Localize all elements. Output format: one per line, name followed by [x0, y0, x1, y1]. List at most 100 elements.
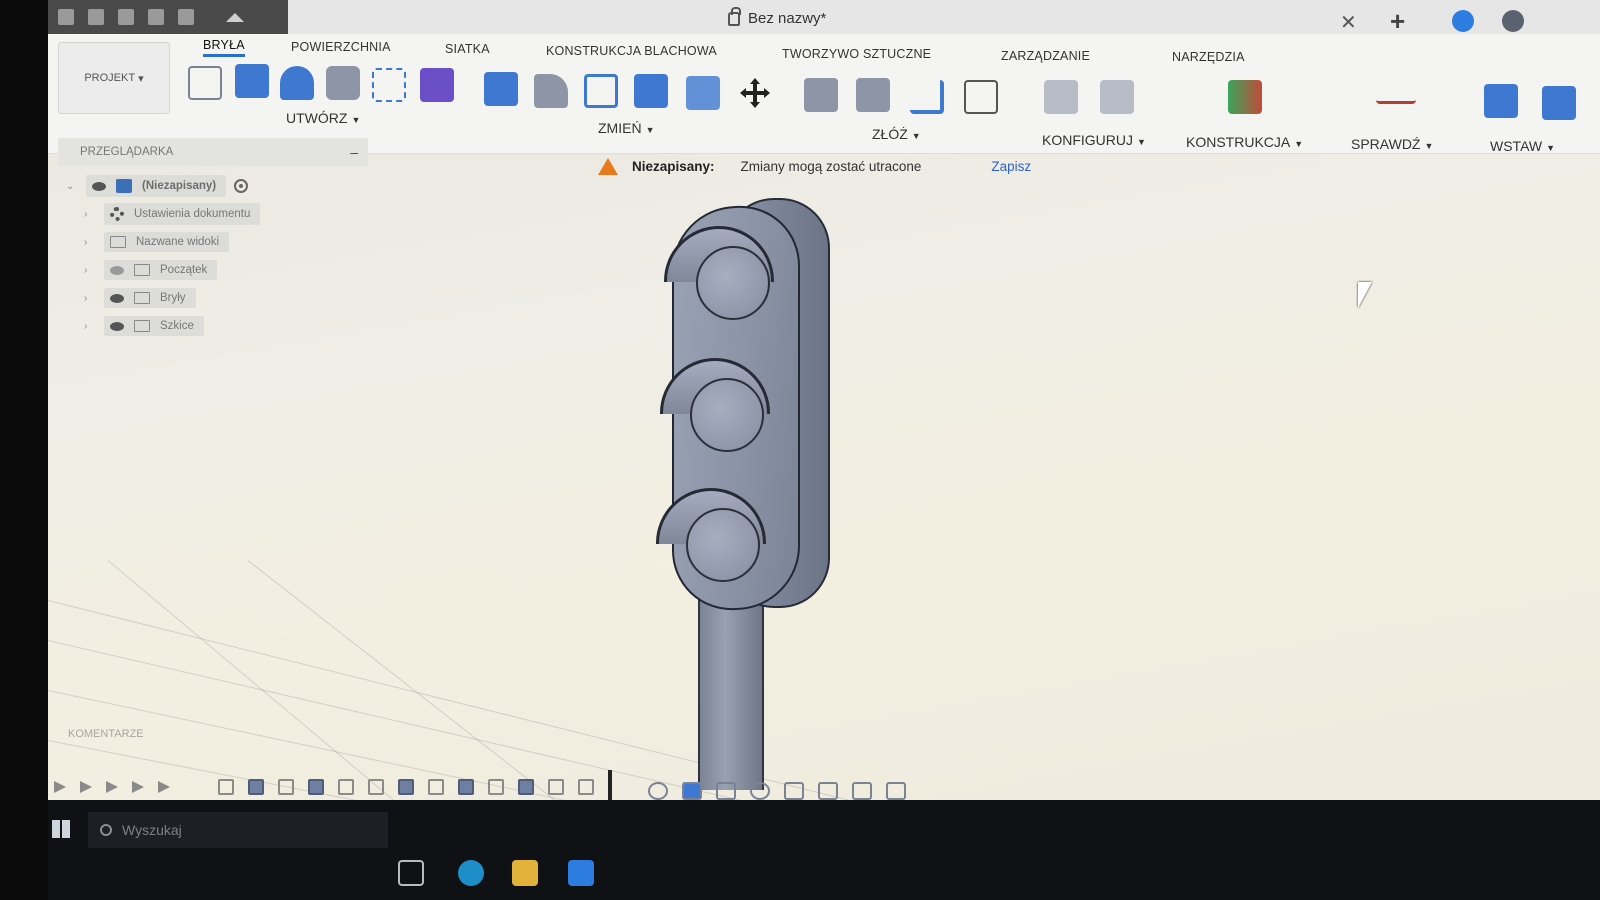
timeline-start-icon[interactable] — [54, 781, 66, 793]
activate-component-icon[interactable] — [234, 179, 249, 193]
joint-icon[interactable] — [804, 78, 838, 112]
look-at-icon[interactable] — [682, 782, 702, 800]
as-built-joint-icon[interactable] — [856, 78, 890, 112]
insert-derive-icon[interactable] — [1484, 84, 1518, 118]
tab-manage[interactable]: ZARZĄDZANIE — [1001, 49, 1090, 63]
combine-icon[interactable] — [634, 74, 668, 108]
grid-settings-icon[interactable] — [852, 782, 872, 800]
chevron-right-icon[interactable]: › — [84, 265, 96, 276]
edge-browser-icon[interactable] — [458, 860, 484, 886]
configure-group[interactable]: KONFIGURUJ ▼ — [1042, 132, 1146, 148]
comments-panel[interactable]: KOMENTARZE — [68, 728, 144, 740]
help-icon[interactable] — [1502, 10, 1524, 32]
revolve-icon[interactable] — [280, 66, 314, 100]
new-component-icon[interactable] — [420, 68, 454, 102]
timeline-forward-icon[interactable] — [132, 781, 144, 793]
timeline-step-extrude-icon[interactable] — [458, 779, 474, 795]
fillet-icon[interactable] — [534, 74, 568, 108]
save-icon[interactable] — [118, 9, 134, 25]
tree-item-named-views[interactable]: › Nazwane widoki — [84, 230, 230, 254]
move-icon[interactable] — [738, 76, 772, 110]
chevron-right-icon[interactable]: › — [84, 237, 96, 248]
tree-item-sketches[interactable]: › Szkice — [84, 314, 204, 338]
project-button[interactable]: PROJEKT ▾ — [58, 42, 170, 114]
timeline-step-sketch-icon[interactable] — [368, 779, 384, 795]
measure-icon[interactable] — [1376, 90, 1416, 104]
taskbar-search-input[interactable]: Wyszukaj — [88, 812, 388, 848]
close-tab-icon[interactable]: ✕ — [1340, 10, 1357, 35]
create-group[interactable]: UTWÓRZ ▼ — [286, 110, 360, 126]
timeline-end-icon[interactable] — [158, 781, 170, 793]
tab-plastic[interactable]: TWORZYWO SZTUCZNE — [782, 47, 931, 61]
tab-solid[interactable]: BRYŁA — [203, 38, 245, 57]
timeline-step-fillet-icon[interactable] — [578, 779, 594, 795]
timeline-step-fillet-icon[interactable] — [338, 779, 354, 795]
grid-menu-icon[interactable] — [58, 9, 74, 25]
timeline-step-sketch-icon[interactable] — [428, 779, 444, 795]
task-view-icon[interactable] — [398, 860, 424, 886]
modify-group[interactable]: ZMIEŃ ▼ — [598, 120, 654, 136]
configure-table-icon[interactable] — [1100, 80, 1134, 114]
rigid-group-icon[interactable] — [910, 80, 944, 114]
visibility-eye-icon[interactable] — [110, 293, 124, 303]
file-menu-icon[interactable] — [88, 9, 104, 25]
tree-root[interactable]: ⌄ (Niezapisany) — [66, 174, 249, 198]
timeline-step-extrude-icon[interactable] — [308, 779, 324, 795]
timeline-back-icon[interactable] — [80, 781, 92, 793]
fit-icon[interactable] — [784, 782, 804, 800]
timeline-step-sketch-icon[interactable] — [488, 779, 504, 795]
parameters-table-icon[interactable] — [964, 80, 998, 114]
tree-item-document-settings[interactable]: › Ustawienia dokumentu — [84, 202, 261, 226]
windows-start-icon[interactable] — [52, 820, 70, 838]
save-link[interactable]: Zapisz — [991, 159, 1031, 174]
orbit-icon[interactable] — [648, 782, 668, 800]
timeline-step-extrude-icon[interactable] — [398, 779, 414, 795]
undo-icon[interactable] — [148, 9, 164, 25]
chevron-right-icon[interactable]: › — [84, 293, 96, 304]
timeline-marker[interactable] — [608, 770, 612, 804]
construct-plane-icon[interactable] — [1228, 80, 1262, 114]
home-icon[interactable] — [226, 12, 244, 22]
display-settings-icon[interactable] — [818, 782, 838, 800]
insert-mesh-icon[interactable] — [1542, 86, 1576, 120]
insert-group[interactable]: WSTAW ▼ — [1490, 138, 1555, 154]
pan-icon[interactable] — [716, 782, 736, 800]
timeline-play-icon[interactable] — [106, 781, 118, 793]
viewports-icon[interactable] — [886, 782, 906, 800]
collapse-panel-icon[interactable]: – — [350, 144, 358, 160]
split-body-icon[interactable] — [686, 76, 720, 110]
tab-sheet-metal[interactable]: KONSTRUKCJA BLACHOWA — [546, 44, 717, 58]
create-sketch-icon[interactable] — [188, 66, 222, 100]
press-pull-icon[interactable] — [484, 72, 518, 106]
tab-utilities[interactable]: NARZĘDZIA — [1172, 50, 1245, 64]
timeline-step-extrude-icon[interactable] — [248, 779, 264, 795]
visibility-eye-icon[interactable] — [110, 321, 124, 331]
file-explorer-icon[interactable] — [512, 860, 538, 886]
new-tab-icon[interactable]: + — [1390, 6, 1405, 37]
timeline-step-fillet-icon[interactable] — [548, 779, 564, 795]
timeline-step-extrude-icon[interactable] — [518, 779, 534, 795]
inspect-group[interactable]: SPRAWDŹ ▼ — [1351, 136, 1433, 152]
tree-item-origin[interactable]: › Początek — [84, 258, 218, 282]
hole-icon[interactable] — [326, 66, 360, 100]
construct-group[interactable]: KONSTRUKCJA ▼ — [1186, 134, 1303, 150]
pattern-icon[interactable] — [372, 68, 406, 102]
extrude-icon[interactable] — [235, 64, 269, 98]
shell-icon[interactable] — [584, 74, 618, 108]
visibility-eye-icon[interactable] — [92, 181, 106, 191]
visibility-eye-icon[interactable] — [110, 265, 124, 275]
chevron-down-icon[interactable]: ⌄ — [66, 181, 78, 192]
timeline-step-sketch-icon[interactable] — [218, 779, 234, 795]
tab-surface[interactable]: POWIERZCHNIA — [291, 40, 391, 54]
configure-icon[interactable] — [1044, 80, 1078, 114]
job-status-icon[interactable] — [1452, 10, 1474, 32]
timeline-step-sketch-icon[interactable] — [278, 779, 294, 795]
redo-icon[interactable] — [178, 9, 194, 25]
browser-panel-header[interactable]: PRZEGLĄDARKA – — [58, 138, 368, 166]
store-icon[interactable] — [568, 860, 594, 886]
zoom-icon[interactable] — [750, 782, 770, 800]
assemble-group[interactable]: ZŁÓŻ ▼ — [872, 126, 921, 142]
tree-item-bodies[interactable]: › Bryły — [84, 286, 196, 310]
chevron-right-icon[interactable]: › — [84, 209, 96, 220]
tab-mesh[interactable]: SIATKA — [445, 42, 490, 56]
